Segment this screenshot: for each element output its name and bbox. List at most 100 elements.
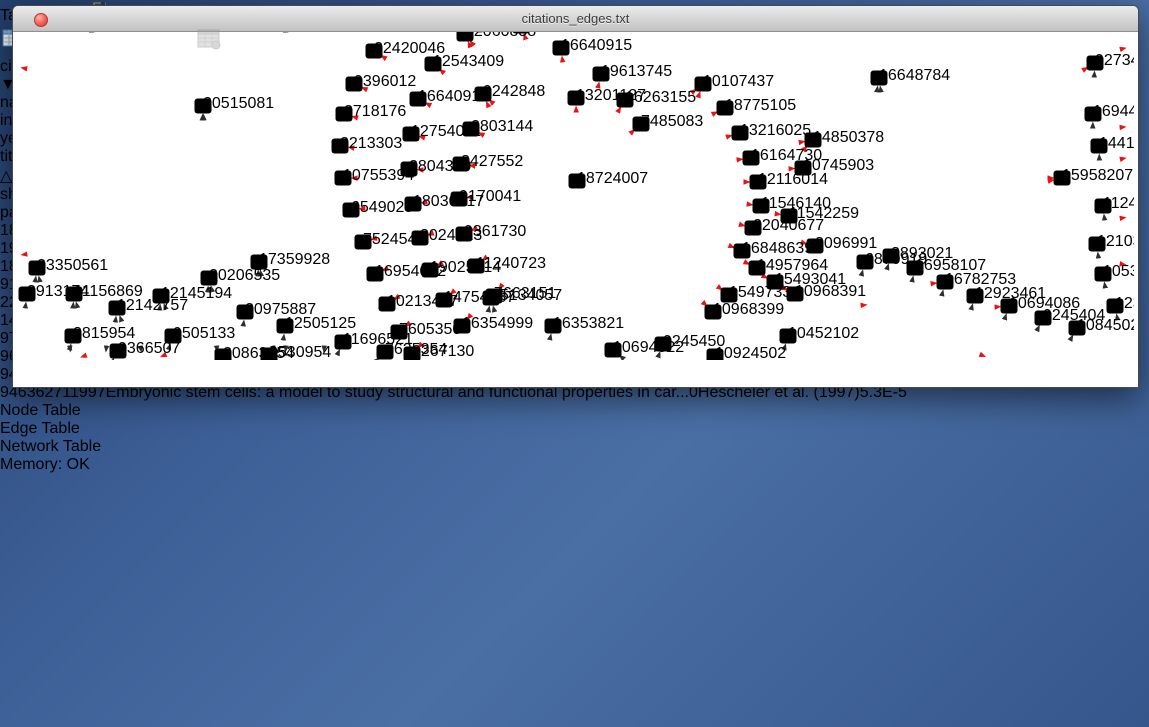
network-canvas[interactable]: 1872400718756085224200469396012271817622… bbox=[13, 6, 1138, 365]
svg-text:20515081: 20515081 bbox=[203, 95, 274, 112]
graph-node[interactable]: 14850378 bbox=[805, 129, 885, 148]
svg-text:16354999: 16354999 bbox=[462, 315, 533, 332]
graph-edge bbox=[204, 115, 219, 360]
graph-node[interactable]: 6549025 bbox=[343, 199, 414, 218]
graph-node[interactable]: 2803144 bbox=[463, 118, 534, 137]
graph-node[interactable]: 16353821 bbox=[545, 315, 625, 334]
window-title: citations_edges.txt bbox=[13, 11, 1138, 26]
graph-node[interactable]: 10924502 bbox=[707, 345, 787, 360]
svg-text:13216025: 13216025 bbox=[740, 122, 811, 139]
svg-text:10530302: 10530302 bbox=[1103, 263, 1134, 280]
graph-edge bbox=[577, 181, 744, 226]
svg-text:2213303: 2213303 bbox=[340, 135, 402, 152]
graph-node[interactable]: 9242848 bbox=[475, 83, 546, 102]
graph-node[interactable]: 16944031 bbox=[1085, 103, 1135, 122]
graph-node[interactable]: 9366507 bbox=[110, 340, 181, 359]
graph-edge bbox=[209, 25, 225, 360]
graph-node[interactable]: 13216025 bbox=[732, 122, 812, 141]
graph-edge bbox=[1023, 326, 1039, 360]
tab-node-table[interactable]: Node Table bbox=[0, 402, 128, 420]
graph-node[interactable]: 16648784 bbox=[871, 67, 951, 86]
graph-edge bbox=[577, 181, 767, 278]
svg-text:9361730: 9361730 bbox=[464, 223, 526, 240]
svg-text:6549025: 6549025 bbox=[351, 199, 413, 216]
graph-node[interactable]: 18775105 bbox=[717, 97, 797, 116]
svg-text:9396012: 9396012 bbox=[354, 73, 416, 90]
graph-edge bbox=[577, 181, 707, 306]
graph-node[interactable]: 14411958 bbox=[1091, 135, 1135, 154]
graph-node[interactable]: 7625354 bbox=[377, 341, 448, 360]
graph-node[interactable]: 9273410 bbox=[1087, 52, 1135, 71]
network-view-window[interactable]: citations_edges.txt 18724007187560852242… bbox=[12, 5, 1139, 388]
svg-text:23350561: 23350561 bbox=[37, 257, 108, 274]
status-bar: Memory: OK bbox=[0, 456, 1149, 474]
graph-node[interactable]: 10845022 bbox=[1069, 317, 1135, 336]
graph-node[interactable]: 11245233 bbox=[1095, 195, 1135, 214]
graph-node[interactable]: 18724007 bbox=[569, 170, 649, 189]
graph-edge bbox=[67, 345, 71, 360]
svg-text:16640915: 16640915 bbox=[561, 37, 632, 54]
graph-node[interactable]: 9170041 bbox=[451, 188, 522, 207]
graph-node[interactable]: 19613745 bbox=[593, 63, 673, 82]
graph-edge bbox=[324, 24, 353, 351]
graph-node[interactable]: 15134057 bbox=[483, 287, 563, 306]
svg-text:10107437: 10107437 bbox=[703, 73, 774, 90]
graph-node[interactable]: 12543409 bbox=[425, 53, 505, 72]
graph-node[interactable]: 10745903 bbox=[795, 157, 875, 176]
svg-text:10968391: 10968391 bbox=[795, 283, 866, 300]
svg-text:15134057: 15134057 bbox=[491, 287, 562, 304]
svg-text:9530954: 9530954 bbox=[269, 344, 331, 360]
graph-node[interactable]: 2213303 bbox=[332, 135, 403, 154]
graph-node[interactable]: 7485083 bbox=[633, 113, 704, 132]
graph-node[interactable]: 16354999 bbox=[454, 315, 534, 334]
graph-edge bbox=[957, 305, 973, 360]
graph-edge bbox=[545, 335, 551, 360]
graph-node[interactable]: 10530302 bbox=[1095, 263, 1135, 282]
graph-node[interactable]: 20515081 bbox=[195, 95, 275, 114]
tab-edge-table[interactable]: Edge Table bbox=[0, 420, 88, 438]
svg-text:16353821: 16353821 bbox=[553, 315, 624, 332]
graph-edge bbox=[819, 23, 825, 126]
graph-node[interactable]: 23350561 bbox=[29, 257, 109, 276]
graph-node[interactable]: 16640915 bbox=[553, 37, 633, 56]
svg-text:17359928: 17359928 bbox=[259, 251, 330, 268]
graph-edge bbox=[335, 350, 339, 360]
graph-node[interactable]: 15958207 bbox=[1054, 167, 1134, 186]
desktop-background: citations_edges.txt 18724007187560852242… bbox=[0, 0, 1149, 474]
graph-node[interactable]: 12145194 bbox=[153, 285, 233, 304]
graph-edge bbox=[835, 87, 878, 360]
graph-node[interactable]: 2718176 bbox=[336, 103, 407, 122]
graph-edge bbox=[19, 303, 26, 360]
graph-node[interactable]: 17359928 bbox=[251, 251, 331, 270]
svg-text:2803144: 2803144 bbox=[471, 118, 533, 135]
graph-edge bbox=[859, 265, 888, 360]
graph-node[interactable]: 10452102 bbox=[780, 325, 860, 344]
tab-network-table[interactable]: Network Table bbox=[0, 438, 110, 456]
graph-node[interactable]: 12342210 bbox=[1107, 295, 1135, 314]
graph-node[interactable]: 8427552 bbox=[453, 153, 524, 172]
svg-text:10452102: 10452102 bbox=[788, 325, 859, 342]
graph-node[interactable]: 9530954 bbox=[261, 344, 332, 360]
svg-text:7485083: 7485083 bbox=[641, 113, 703, 130]
svg-text:16648784: 16648784 bbox=[879, 67, 950, 84]
graph-node[interactable]: 12103504 bbox=[1089, 233, 1135, 252]
window-titlebar[interactable]: citations_edges.txt bbox=[13, 6, 1138, 32]
graph-node[interactable]: 9361730 bbox=[456, 223, 527, 242]
svg-text:19613745: 19613745 bbox=[601, 63, 672, 80]
svg-text:10968399: 10968399 bbox=[713, 301, 784, 318]
graph-node[interactable]: 16263155 bbox=[617, 89, 697, 108]
graph-node[interactable]: 16848639 bbox=[734, 240, 814, 259]
graph-node[interactable]: 15497334 bbox=[721, 284, 801, 303]
graph-edge bbox=[286, 6, 309, 351]
graph-node[interactable]: 10107437 bbox=[695, 73, 775, 92]
graph-edge bbox=[577, 181, 722, 290]
graph-node[interactable]: 20206535 bbox=[201, 267, 281, 286]
graph-edge bbox=[1059, 336, 1073, 360]
svg-text:16848639: 16848639 bbox=[742, 240, 813, 257]
graph-edge bbox=[191, 115, 203, 360]
graph-node[interactable]: 10968399 bbox=[705, 301, 785, 320]
graph-node[interactable]: 11240723 bbox=[468, 255, 547, 274]
graph-node[interactable]: 11542259 bbox=[781, 205, 860, 224]
graph-node[interactable]: 9396012 bbox=[346, 73, 417, 92]
graph-edge bbox=[895, 277, 913, 360]
